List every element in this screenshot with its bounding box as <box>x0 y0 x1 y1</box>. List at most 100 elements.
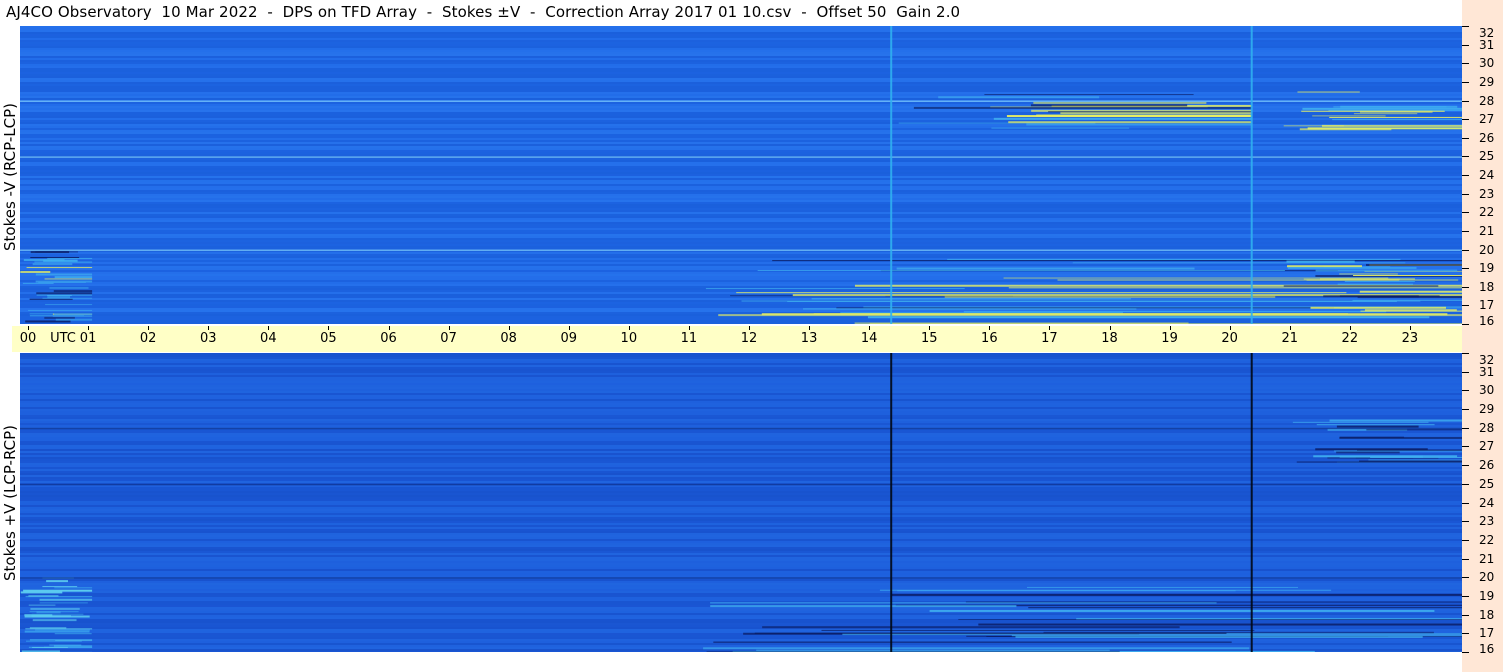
frequency-tick-label: 27 <box>1479 112 1495 127</box>
frequency-stripe <box>20 40 1462 42</box>
emission-streak <box>29 313 55 315</box>
frequency-stripe <box>20 134 1462 136</box>
emission-streak <box>1015 636 1423 639</box>
frequency-tick-label: 25 <box>1479 149 1495 164</box>
frequency-stripe <box>20 373 1462 375</box>
emission-streak <box>867 316 1430 319</box>
frequency-stripe <box>20 525 1462 527</box>
emission-streak <box>710 602 1217 604</box>
frequency-tick-mark <box>1462 614 1469 616</box>
utc-tick-label: 13 <box>800 331 818 346</box>
frequency-stripe <box>20 513 1462 515</box>
emission-streak <box>35 629 90 631</box>
frequency-stripe <box>20 403 1462 405</box>
frequency-stripe <box>20 583 1462 585</box>
emission-streak <box>836 307 1335 309</box>
frequency-tick-mark <box>1462 230 1469 232</box>
frequency-stripe <box>20 649 1462 651</box>
utc-time-axis: 00 01 02 03 04 05 06 07 08 09 10 11 12 13 14 15 16 17 18 19… <box>12 326 1499 352</box>
emission-streak <box>1030 104 1188 107</box>
frequency-stripe <box>20 244 1462 246</box>
frequency-stripe <box>20 254 1462 256</box>
frequency-tick-label: 28 <box>1479 420 1495 435</box>
frequency-stripe <box>20 76 1462 78</box>
emission-streak <box>703 647 1250 650</box>
frequency-stripe <box>20 236 1462 238</box>
frequency-stripe <box>20 140 1462 142</box>
frequency-stripe <box>20 282 1462 284</box>
frequency-tick-label: 23 <box>1479 514 1495 529</box>
frequency-stripe <box>20 475 1462 477</box>
emission-streak <box>54 587 93 589</box>
frequency-tick-mark <box>1462 371 1469 373</box>
interference-line <box>20 483 1462 486</box>
emission-streak <box>705 288 965 290</box>
utc-tick-label: 21 <box>1281 331 1299 346</box>
emission-streak <box>28 309 93 311</box>
frequency-stripe <box>20 481 1462 483</box>
frequency-stripe <box>20 148 1462 150</box>
emission-streak <box>1368 459 1462 461</box>
frequency-stripe <box>20 60 1462 62</box>
utc-tick-mark <box>809 326 811 330</box>
frequency-stripe <box>20 78 1462 80</box>
frequency-stripe <box>20 128 1462 130</box>
frequency-stripe <box>20 222 1462 224</box>
utc-tick-label: 00 <box>19 331 37 346</box>
frequency-stripe <box>20 413 1462 415</box>
emission-streak <box>1008 121 1252 124</box>
utc-tick-label: 09 <box>560 331 578 346</box>
frequency-stripe <box>20 218 1462 220</box>
emission-streak <box>762 626 1180 629</box>
frequency-stripe <box>20 565 1462 567</box>
emission-streak <box>1033 101 1207 104</box>
frequency-stripe <box>20 371 1462 373</box>
frequency-stripe <box>20 302 1462 304</box>
frequency-stripe <box>20 449 1462 451</box>
emission-streak <box>1306 279 1400 281</box>
emission-streak <box>811 298 1131 300</box>
frequency-stripe <box>20 613 1462 615</box>
frequency-tick-mark <box>1462 268 1469 270</box>
frequency-stripe <box>20 46 1462 48</box>
frequency-stripe <box>20 521 1462 523</box>
frequency-stripe <box>20 529 1462 531</box>
frequency-stripe <box>20 495 1462 497</box>
emission-streak <box>1366 429 1462 431</box>
frequency-stripe <box>20 318 1462 320</box>
frequency-stripe <box>20 152 1462 154</box>
emission-streak <box>46 580 68 583</box>
frequency-tick-mark <box>1462 427 1469 429</box>
emission-streak <box>53 290 93 293</box>
emission-streak <box>55 318 93 321</box>
frequency-stripe <box>20 188 1462 190</box>
interference-line <box>20 427 1462 430</box>
frequency-tick-label: 32 <box>1479 26 1495 40</box>
frequency-stripe <box>20 431 1462 433</box>
emission-streak <box>34 261 93 263</box>
emission-streak <box>21 650 60 652</box>
frequency-stripe <box>20 429 1462 431</box>
frequency-tick-mark <box>1462 286 1469 288</box>
frequency-stripe <box>20 192 1462 194</box>
frequency-stripe <box>20 178 1462 180</box>
frequency-stripe <box>20 443 1462 445</box>
utc-tick-mark <box>568 326 570 330</box>
frequency-stripe <box>20 447 1462 449</box>
frequency-stripe <box>20 549 1462 551</box>
frequency-tick-label: 22 <box>1479 205 1495 220</box>
frequency-tick-mark <box>1462 305 1469 307</box>
frequency-stripe <box>20 561 1462 563</box>
frequency-stripe <box>20 425 1462 427</box>
frequency-tick-label: 25 <box>1479 476 1495 491</box>
frequency-stripe <box>20 551 1462 553</box>
emission-streak <box>30 251 70 254</box>
frequency-stripe <box>20 357 1462 359</box>
emission-streak <box>978 623 1462 626</box>
frequency-stripe <box>20 417 1462 419</box>
frequency-tick-mark <box>1462 212 1469 214</box>
frequency-stripe <box>20 232 1462 234</box>
emission-streak <box>741 300 1421 302</box>
frequency-tick-mark <box>1462 521 1469 523</box>
emission-streak <box>1072 262 1406 264</box>
